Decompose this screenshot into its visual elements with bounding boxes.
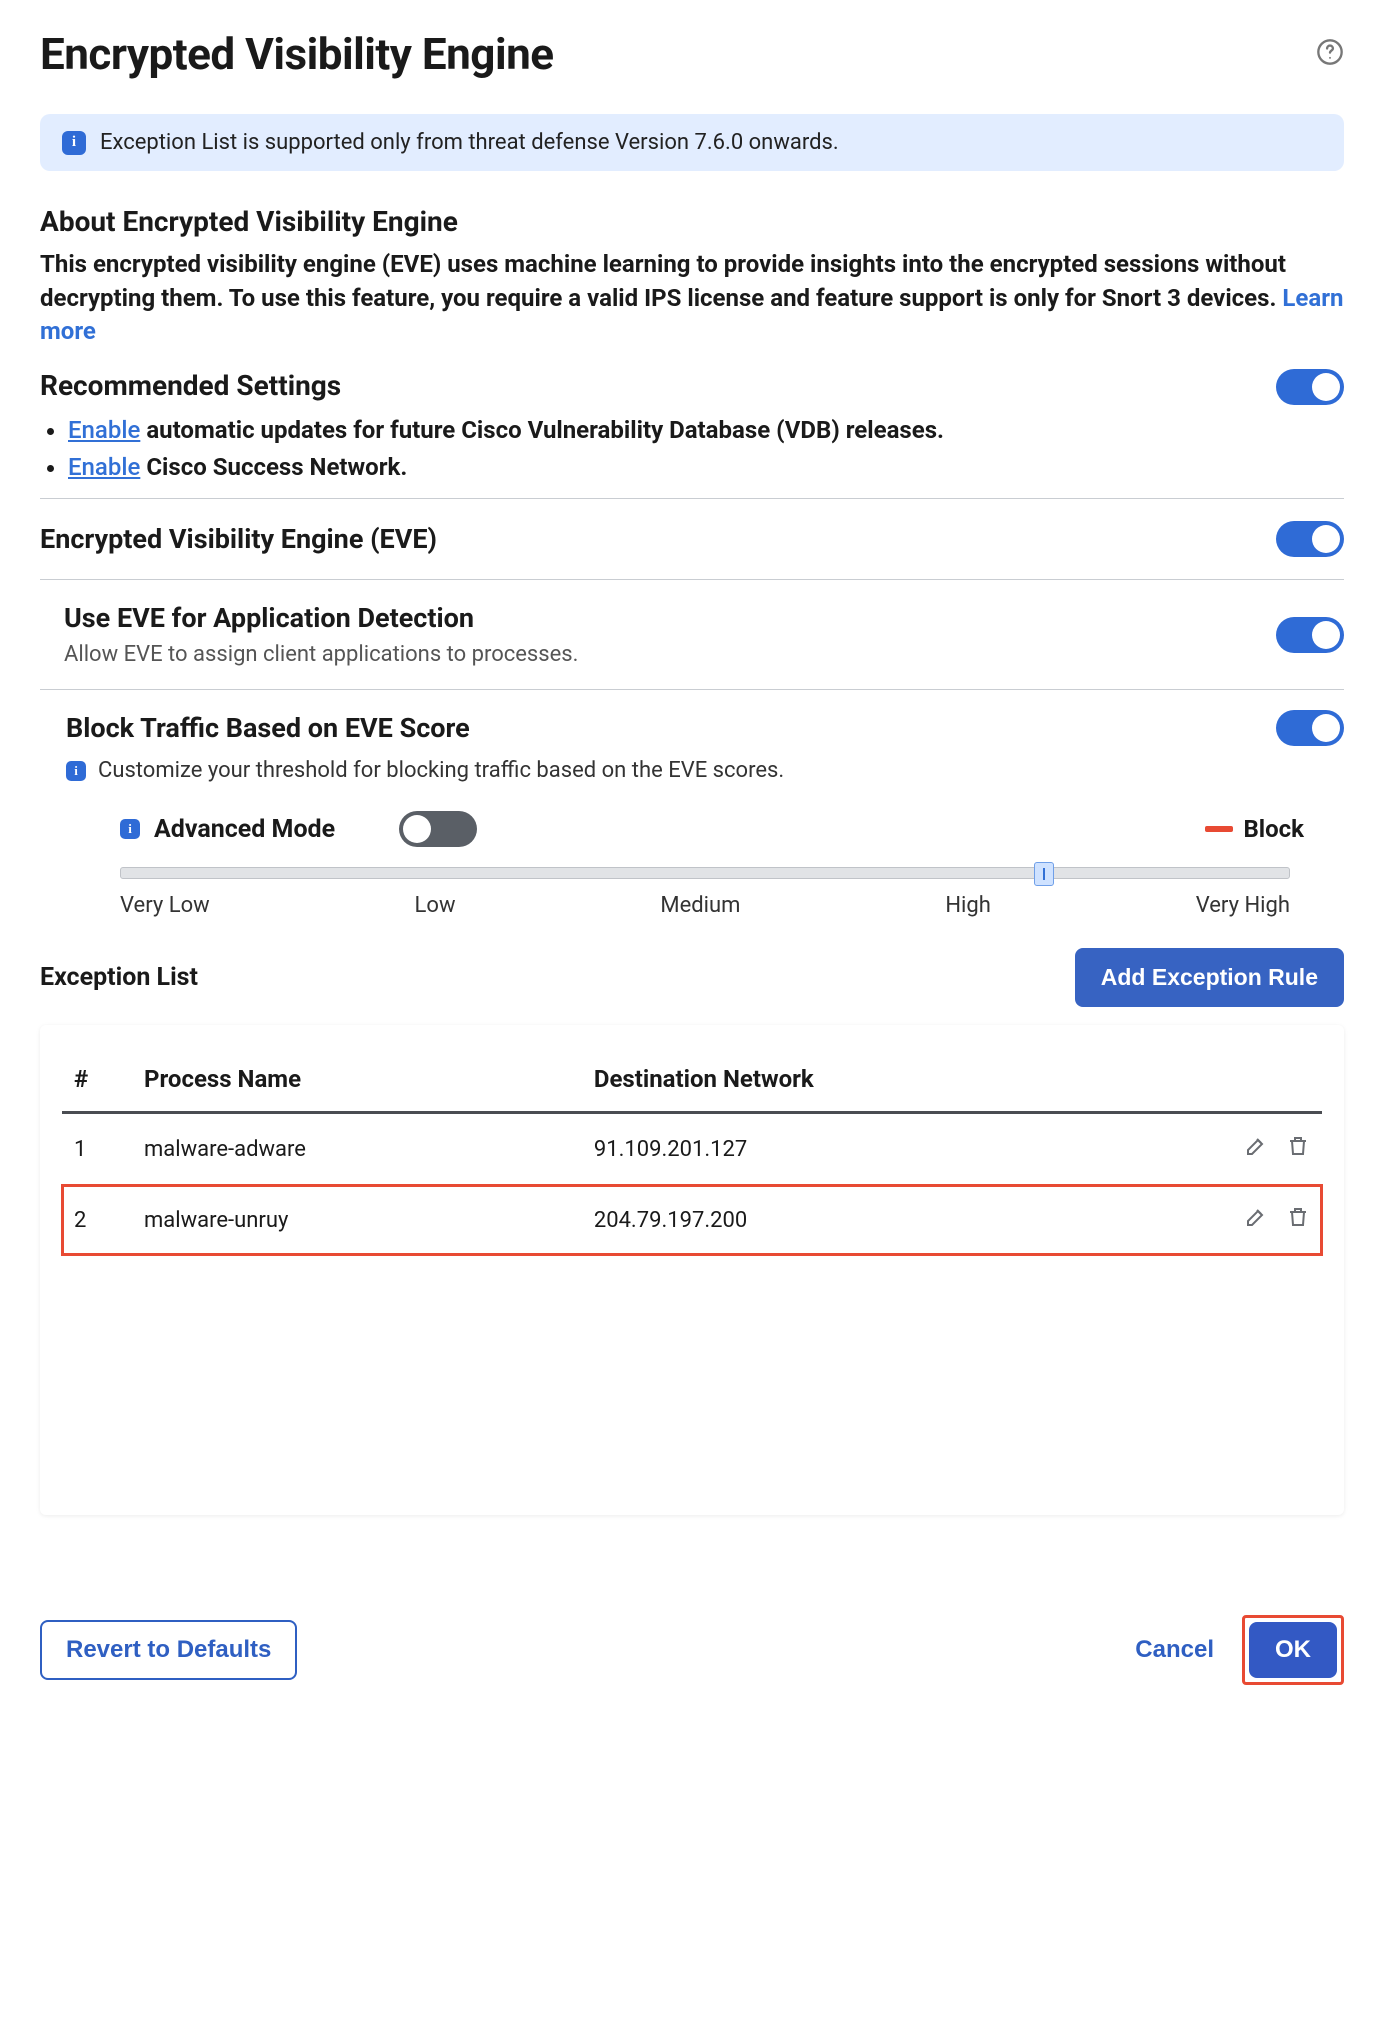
block-toggle[interactable]	[1276, 710, 1344, 746]
cell-index: 2	[62, 1185, 132, 1256]
info-banner: i Exception List is supported only from …	[40, 114, 1344, 171]
col-dest: Destination Network	[582, 1055, 1172, 1113]
rec-item-vdb: Enableautomatic updates for future Cisco…	[68, 412, 944, 449]
enable-link-vdb[interactable]: Enable	[68, 416, 140, 444]
block-sub-text: Customize your threshold for blocking tr…	[98, 758, 784, 783]
info-icon: i	[66, 761, 86, 781]
about-text: This encrypted visibility engine (EVE) u…	[40, 248, 1344, 349]
table-row: 1malware-adware91.109.201.127	[62, 1113, 1322, 1185]
eve-toggle[interactable]	[1276, 521, 1344, 557]
app-detect-sub: Allow EVE to assign client applications …	[64, 642, 578, 667]
app-detect-heading: Use EVE for Application Detection	[64, 602, 578, 634]
col-index: #	[62, 1055, 132, 1113]
edit-icon[interactable]	[1244, 1134, 1268, 1164]
score-slider[interactable]	[120, 867, 1290, 879]
cell-process: malware-adware	[132, 1113, 582, 1185]
ok-highlight: OK	[1242, 1615, 1344, 1685]
banner-text: Exception List is supported only from th…	[100, 130, 839, 155]
exception-table-card: # Process Name Destination Network 1malw…	[40, 1025, 1344, 1515]
block-legend-dash-icon	[1205, 826, 1233, 832]
add-exception-button[interactable]: Add Exception Rule	[1075, 948, 1344, 1007]
delete-icon[interactable]	[1286, 1134, 1310, 1164]
recommended-toggle[interactable]	[1276, 369, 1344, 405]
page-title: Encrypted Visibility Engine	[40, 28, 554, 80]
slider-tick-labels: Very Low Low Medium High Very High	[120, 879, 1290, 918]
eve-heading: Encrypted Visibility Engine (EVE)	[40, 523, 437, 555]
cell-index: 1	[62, 1113, 132, 1185]
delete-icon[interactable]	[1286, 1205, 1310, 1235]
table-row: 2malware-unruy204.79.197.200	[62, 1185, 1322, 1256]
enable-link-csn[interactable]: Enable	[68, 453, 140, 481]
advanced-mode-toggle[interactable]	[399, 811, 477, 847]
ok-button[interactable]: OK	[1249, 1622, 1337, 1678]
info-icon: i	[120, 819, 140, 839]
help-icon[interactable]	[1316, 38, 1344, 70]
cell-process: malware-unruy	[132, 1185, 582, 1256]
recommended-heading: Recommended Settings	[40, 369, 944, 402]
revert-button[interactable]: Revert to Defaults	[40, 1620, 297, 1680]
block-legend: Block	[1205, 815, 1304, 843]
rec-item-csn: EnableCisco Success Network.	[68, 449, 944, 486]
about-heading: About Encrypted Visibility Engine	[40, 205, 1344, 238]
col-process: Process Name	[132, 1055, 582, 1113]
cell-dest: 91.109.201.127	[582, 1113, 1172, 1185]
cancel-button[interactable]: Cancel	[1135, 1636, 1214, 1664]
info-icon: i	[62, 131, 86, 155]
app-detect-toggle[interactable]	[1276, 617, 1344, 653]
edit-icon[interactable]	[1244, 1205, 1268, 1235]
col-actions	[1172, 1055, 1322, 1113]
cell-dest: 204.79.197.200	[582, 1185, 1172, 1256]
slider-thumb-icon[interactable]	[1034, 862, 1054, 886]
exception-heading: Exception List	[40, 963, 198, 992]
advanced-mode-label: Advanced Mode	[154, 815, 335, 844]
block-heading: Block Traffic Based on EVE Score	[66, 712, 470, 744]
